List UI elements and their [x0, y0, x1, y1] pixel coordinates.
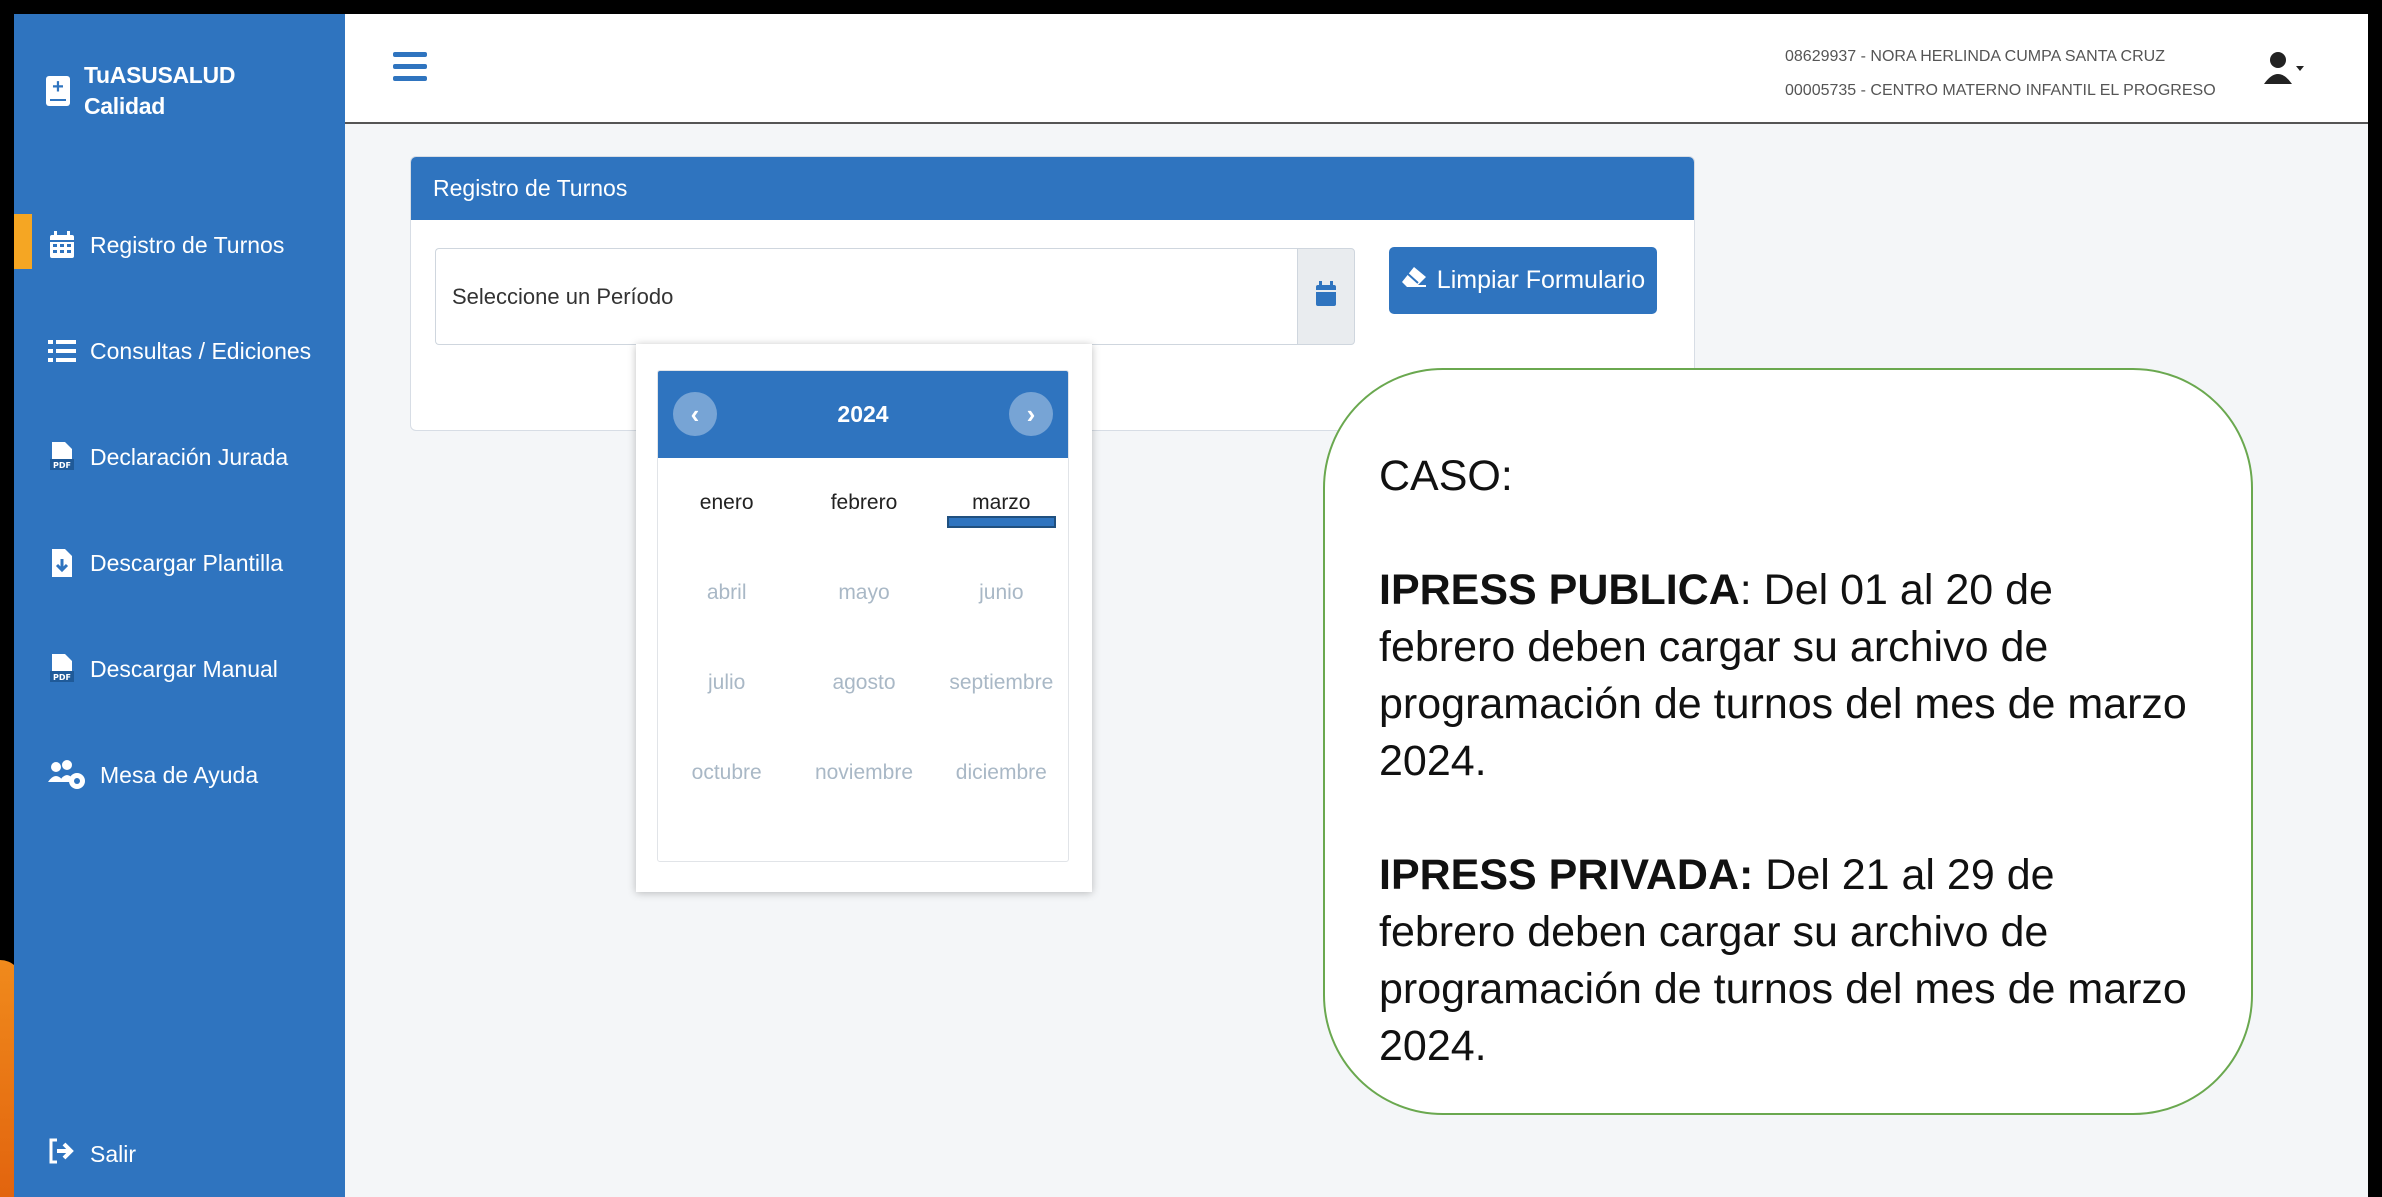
callout-heading: CASO:: [1379, 452, 1513, 500]
app-screen: TuASUSALUD Calidad Registro de Turnos Co…: [14, 14, 2368, 1197]
callout-publica: IPRESS PUBLICA: Del 01 al 20 de febrero …: [1379, 562, 2201, 790]
month-julio: julio: [707, 671, 746, 694]
month-noviembre: noviembre: [814, 761, 914, 784]
brand-title: TuASUSALUD: [84, 62, 236, 88]
month-picker-panel: ‹ 2024 › enero febrero marzo abril mayo …: [657, 370, 1069, 862]
month-septiembre: septiembre: [949, 671, 1054, 694]
sidebar-item-consultas[interactable]: Consultas / Ediciones: [14, 298, 345, 404]
month-diciembre: diciembre: [955, 761, 1047, 784]
month-marzo[interactable]: marzo: [933, 458, 1068, 548]
picker-year: 2024: [837, 401, 889, 427]
month-row: abril mayo junio: [658, 548, 1068, 638]
sidebar-item-label: Descargar Manual: [90, 655, 278, 682]
calendar-icon: [1315, 281, 1337, 312]
sign-out-icon: [48, 1138, 76, 1170]
list-icon: [48, 336, 76, 366]
pdf-file-icon: PDF: [48, 654, 76, 684]
file-download-icon: [48, 548, 76, 578]
topbar: 08629937 - NORA HERLINDA CUMPA SANTA CRU…: [345, 14, 2368, 124]
user-establishment: 00005735 - CENTRO MATERNO INFANTIL EL PR…: [1785, 82, 2216, 99]
sidebar-item-label: Declaración Jurada: [90, 443, 289, 470]
users-gear-icon: [48, 760, 86, 790]
sidebar-item-registro-turnos[interactable]: Registro de Turnos: [14, 192, 345, 298]
logout-button[interactable]: Salir: [48, 1138, 136, 1170]
month-row: octubre noviembre diciembre: [658, 728, 1068, 818]
month-picker-header: ‹ 2024 ›: [658, 371, 1068, 458]
sidebar-item-label: Consultas / Ediciones: [90, 337, 312, 364]
case-callout: CASO: IPRESS PUBLICA: Del 01 al 20 de fe…: [1323, 368, 2253, 1115]
sidebar-item-mesa-ayuda[interactable]: Mesa de Ayuda: [14, 722, 345, 828]
user-info: 08629937 - NORA HERLINDA CUMPA SANTA CRU…: [1785, 40, 2216, 108]
month-abril: abril: [706, 581, 747, 604]
sidebar-item-label: Registro de Turnos: [90, 231, 285, 258]
callout-privada: IPRESS PRIVADA: Del 21 al 29 de febrero …: [1379, 847, 2201, 1075]
month-mayo: mayo: [838, 581, 890, 604]
month-agosto: agosto: [832, 671, 896, 694]
user-dropdown-icon[interactable]: [2262, 50, 2308, 88]
sidebar-item-label: Descargar Plantilla: [90, 549, 284, 576]
privada-label: IPRESS PRIVADA:: [1379, 851, 1754, 899]
brand[interactable]: TuASUSALUD Calidad: [46, 60, 235, 122]
eraser-icon: [1401, 266, 1427, 295]
month-junio: junio: [979, 581, 1024, 604]
month-row: enero febrero marzo: [658, 458, 1068, 548]
sidebar-item-declaracion-jurada[interactable]: PDF Declaración Jurada: [14, 404, 345, 510]
calendar-button[interactable]: [1297, 248, 1355, 345]
svg-text:PDF: PDF: [53, 673, 71, 682]
sidebar-item-descargar-plantilla[interactable]: Descargar Plantilla: [14, 510, 345, 616]
brand-text: TuASUSALUD Calidad: [84, 60, 235, 122]
user-name: 08629937 - NORA HERLINDA CUMPA SANTA CRU…: [1785, 48, 2165, 65]
month-grid: enero febrero marzo abril mayo junio jul…: [658, 458, 1068, 818]
medical-book-icon: [46, 76, 70, 106]
month-febrero[interactable]: febrero: [795, 458, 932, 548]
clear-form-button[interactable]: Limpiar Formulario: [1389, 247, 1657, 314]
month-enero[interactable]: enero: [658, 458, 795, 548]
sidebar: TuASUSALUD Calidad Registro de Turnos Co…: [14, 14, 345, 1197]
card-title: Registro de Turnos: [411, 157, 1694, 220]
sidebar-item-label: Mesa de Ayuda: [100, 761, 259, 788]
month-picker: ‹ 2024 › enero febrero marzo abril mayo …: [636, 344, 1092, 892]
sidebar-item-descargar-manual[interactable]: PDF Descargar Manual: [14, 616, 345, 722]
month-row: julio agosto septiembre: [658, 638, 1068, 728]
month-octubre: octubre: [691, 761, 762, 784]
next-year-button[interactable]: ›: [1009, 392, 1053, 436]
clear-form-label: Limpiar Formulario: [1436, 266, 1646, 294]
window-frame: TuASUSALUD Calidad Registro de Turnos Co…: [0, 0, 2382, 1197]
calendar-icon: [48, 230, 76, 260]
svg-text:PDF: PDF: [53, 461, 71, 470]
pdf-file-icon: PDF: [48, 442, 76, 472]
logout-label: Salir: [90, 1140, 137, 1167]
brand-subtitle: Calidad: [84, 93, 165, 119]
period-input[interactable]: Seleccione un Período: [435, 248, 1297, 345]
sidebar-nav: Registro de Turnos Consultas / Ediciones…: [14, 192, 345, 828]
prev-year-button[interactable]: ‹: [673, 392, 717, 436]
publica-label: IPRESS PUBLICA: [1379, 566, 1740, 614]
hamburger-icon[interactable]: [393, 52, 427, 84]
